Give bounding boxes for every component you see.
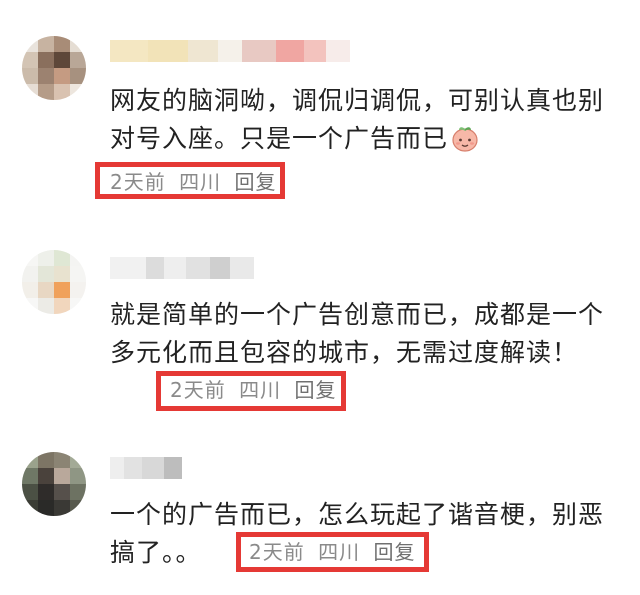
comment-meta: 2天前 四川 回复	[249, 536, 421, 565]
comment-location: 四川	[179, 170, 222, 194]
avatar[interactable]	[22, 452, 86, 516]
comment-time: 2天前	[170, 378, 226, 402]
reply-button[interactable]: 回复	[373, 540, 415, 564]
username-blurred[interactable]	[110, 457, 182, 479]
avatar[interactable]	[22, 250, 86, 314]
comment-time: 2天前	[249, 540, 305, 564]
comment-list: 网友的脑洞呦，调侃归调侃，可别认真也别对号入座。只是一个广告而已 2天前 四川 …	[0, 0, 640, 595]
comment-text: 网友的脑洞呦，调侃归调侃，可别认真也别对号入座。只是一个广告而已	[110, 86, 605, 153]
comment-time: 2天前	[110, 170, 166, 194]
username-blurred[interactable]	[110, 257, 254, 279]
comment-location: 四川	[318, 540, 361, 564]
reply-button[interactable]: 回复	[294, 378, 336, 402]
comment-text: 就是简单的一个广告创意而已，成都是一个多元化而且包容的城市，无需过度解读！	[110, 300, 605, 367]
comment-meta: 2天前 四川 回复	[170, 374, 342, 403]
comment-meta: 2天前 四川 回复	[110, 166, 282, 195]
reply-button[interactable]: 回复	[234, 170, 276, 194]
comment-location: 四川	[239, 378, 282, 402]
avatar[interactable]	[22, 36, 86, 100]
username-blurred[interactable]	[110, 40, 350, 62]
peach-face-emoji-icon	[452, 127, 478, 152]
